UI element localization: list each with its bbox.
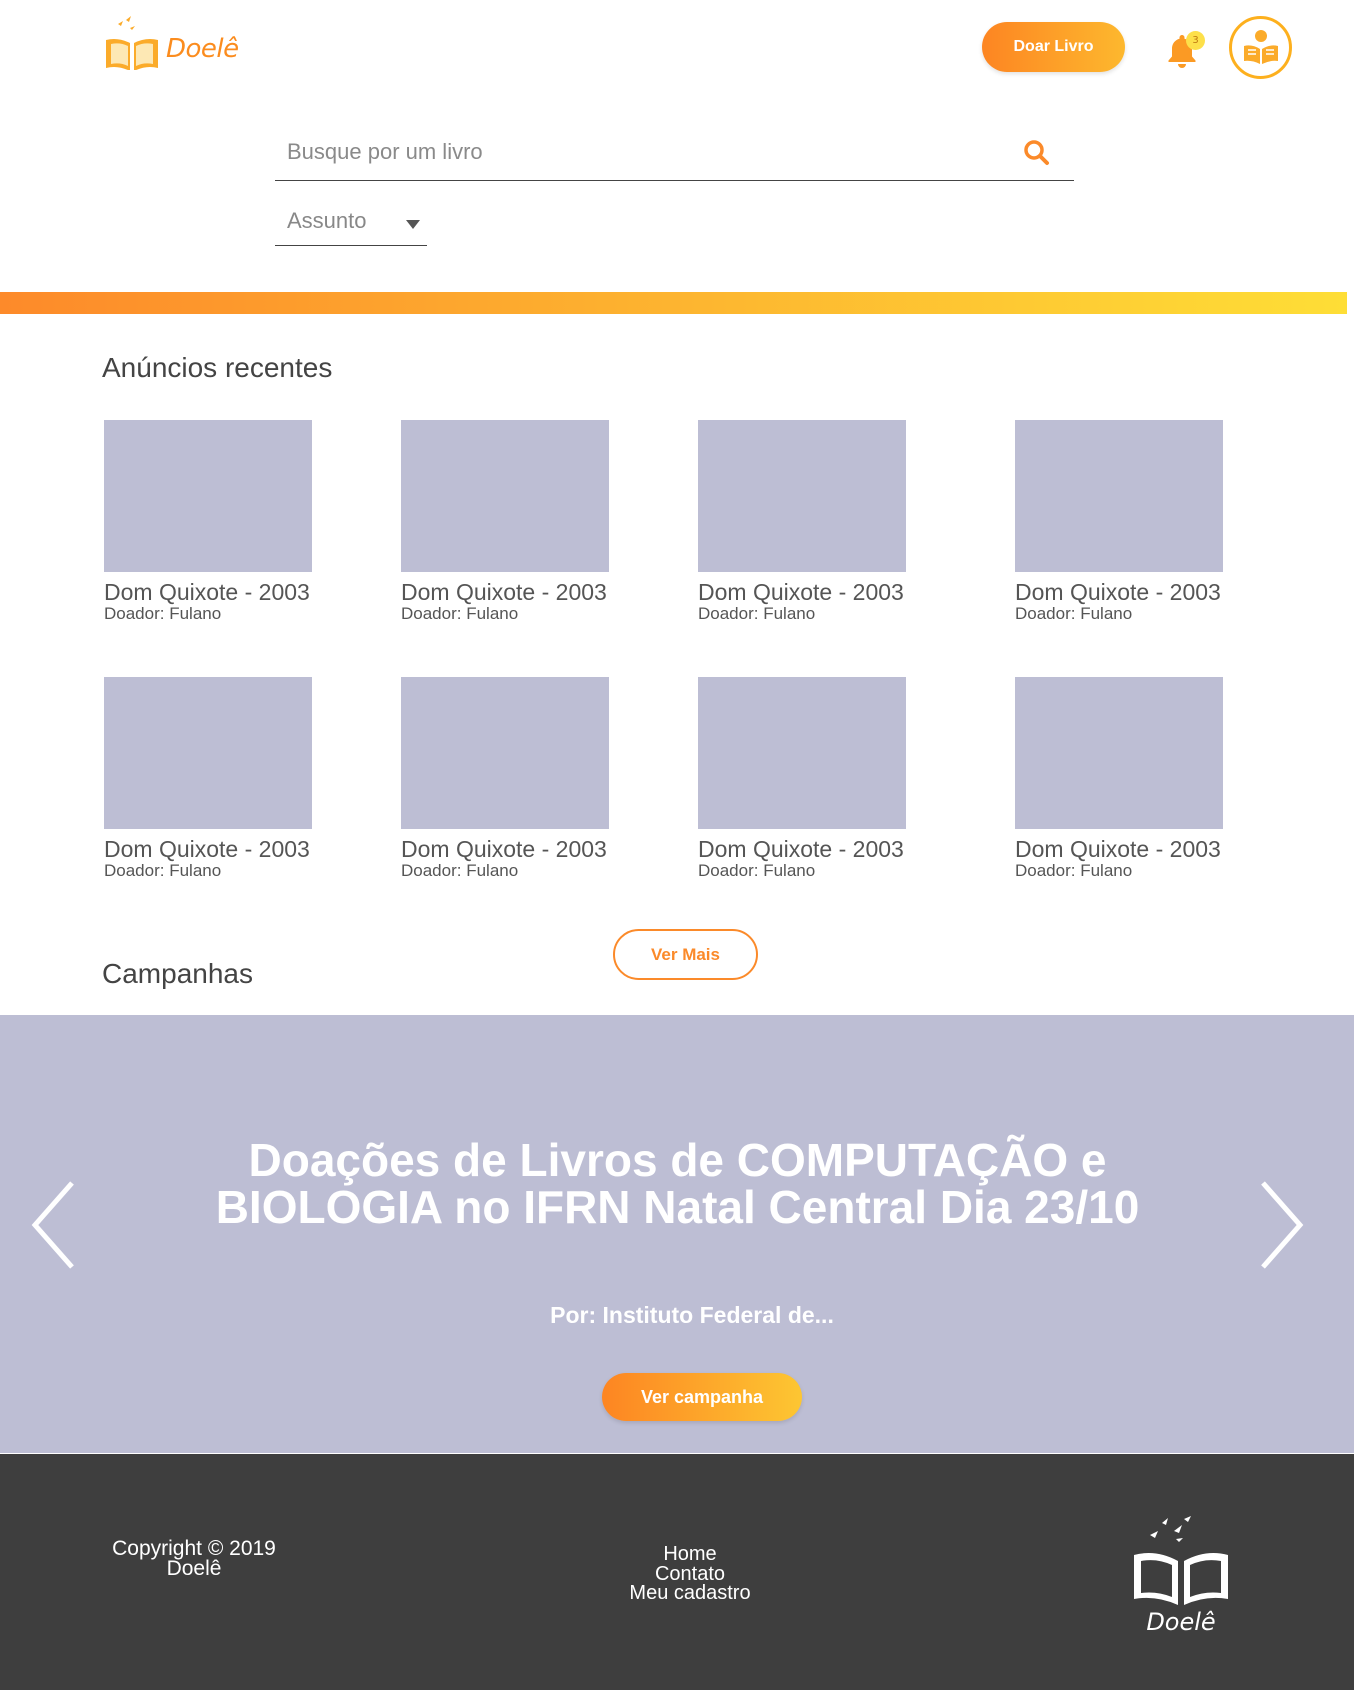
book-card[interactable]: Dom Quixote - 2003 Doador: Fulano xyxy=(1015,677,1223,880)
campaigns-title: Campanhas xyxy=(102,958,253,989)
book-title: Dom Quixote - 2003 xyxy=(104,836,310,862)
book-donor: Doador: Fulano xyxy=(1015,604,1133,623)
book-cover xyxy=(104,420,312,572)
campaign-title: Doações de Livros de COMPUTAÇÃO e BIOLOG… xyxy=(215,1134,1140,1233)
book-donor: Doador: Fulano xyxy=(1015,861,1133,880)
book-card[interactable]: Dom Quixote - 2003 Doador: Fulano xyxy=(104,420,312,623)
copyright-brand: Doelê xyxy=(166,1557,222,1580)
chevron-down-icon xyxy=(406,220,420,229)
logo[interactable]: Doelê xyxy=(102,10,239,70)
subject-label: Assunto xyxy=(287,208,367,233)
book-title: Dom Quixote - 2003 xyxy=(401,579,607,605)
donate-book-button[interactable]: Doar Livro xyxy=(982,22,1125,72)
footer-nav: Home Contato Meu cadastro xyxy=(590,1544,790,1604)
book-title: Dom Quixote - 2003 xyxy=(401,836,607,862)
campaign-carousel: Doações de Livros de COMPUTAÇÃO e BIOLOG… xyxy=(0,1015,1354,1453)
footer-logo-icon xyxy=(1134,1516,1228,1605)
book-title: Dom Quixote - 2003 xyxy=(104,579,310,605)
book-donor: Doador: Fulano xyxy=(698,861,816,880)
book-cover xyxy=(401,420,609,572)
book-card[interactable]: Dom Quixote - 2003 Doador: Fulano xyxy=(1015,420,1223,623)
footer-link-home[interactable]: Home xyxy=(590,1544,790,1565)
book-donor: Doador: Fulano xyxy=(104,604,222,623)
book-cover xyxy=(698,677,906,829)
footer-logo-text: Doelê xyxy=(1146,1608,1216,1636)
book-cover xyxy=(698,420,906,572)
book-cover xyxy=(104,677,312,829)
footer-logo: Doelê xyxy=(1128,1509,1234,1636)
footer-link-profile[interactable]: Meu cadastro xyxy=(590,1583,790,1604)
footer: Copyright © 2019 Doelê Home Contato Meu … xyxy=(0,1454,1354,1690)
copyright: Copyright © 2019 Doelê xyxy=(94,1537,294,1580)
divider-gradient xyxy=(0,292,1347,314)
book-title: Dom Quixote - 2003 xyxy=(1015,836,1221,862)
chevron-right-icon[interactable] xyxy=(1255,1178,1305,1273)
user-avatar[interactable] xyxy=(1229,16,1292,79)
book-title: Dom Quixote - 2003 xyxy=(698,579,904,605)
recent-ads-title: Anúncios recentes xyxy=(102,352,333,383)
see-more-button[interactable]: Ver Mais xyxy=(613,929,758,980)
book-donor: Doador: Fulano xyxy=(698,604,816,623)
book-card[interactable]: Dom Quixote - 2003 Doador: Fulano xyxy=(104,677,312,880)
search-input[interactable] xyxy=(275,128,1015,176)
book-donor: Doador: Fulano xyxy=(104,861,222,880)
book-card[interactable]: Dom Quixote - 2003 Doador: Fulano xyxy=(401,420,609,623)
view-campaign-button[interactable]: Ver campanha xyxy=(602,1373,802,1421)
reader-avatar-icon xyxy=(1243,29,1278,64)
copyright-line: Copyright © 2019 xyxy=(112,1537,276,1560)
campaign-author: Por: Instituto Federal de... xyxy=(550,1302,834,1328)
book-donor: Doador: Fulano xyxy=(401,861,519,880)
book-donor: Doador: Fulano xyxy=(401,604,519,623)
book-cover xyxy=(1015,677,1223,829)
search-bar xyxy=(275,128,1074,181)
book-cover xyxy=(401,677,609,829)
book-cover xyxy=(1015,420,1223,572)
logo-text: Doelê xyxy=(166,34,239,64)
book-card[interactable]: Dom Quixote - 2003 Doador: Fulano xyxy=(401,677,609,880)
subject-dropdown[interactable]: Assunto xyxy=(275,200,427,246)
search-icon[interactable] xyxy=(1022,138,1050,166)
notification-badge: 3 xyxy=(1186,31,1205,50)
book-title: Dom Quixote - 2003 xyxy=(698,836,904,862)
logo-book-icon xyxy=(106,16,158,70)
chevron-left-icon[interactable] xyxy=(30,1178,80,1273)
book-card[interactable]: Dom Quixote - 2003 Doador: Fulano xyxy=(698,677,906,880)
book-card[interactable]: Dom Quixote - 2003 Doador: Fulano xyxy=(698,420,906,623)
book-title: Dom Quixote - 2003 xyxy=(1015,579,1221,605)
